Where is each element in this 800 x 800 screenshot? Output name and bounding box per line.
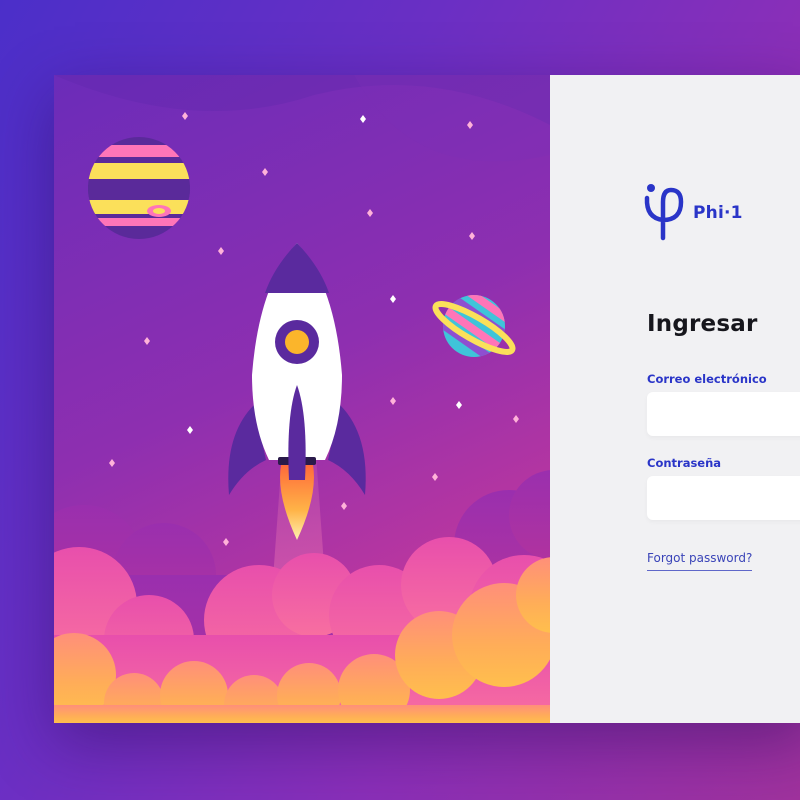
phi-logo-icon: [644, 184, 684, 241]
brand-name: Phi·1: [693, 203, 743, 223]
brand-logo: Phi·1: [643, 180, 743, 242]
email-label: Correo electrónico: [647, 372, 767, 386]
email-field[interactable]: [647, 392, 800, 436]
password-label: Contraseña: [647, 456, 722, 470]
login-panel: Phi·1 Ingresar Correo electrónico Contra…: [550, 75, 800, 723]
forgot-password-link[interactable]: Forgot password?: [647, 551, 753, 571]
rocket-illustration: [54, 75, 550, 723]
page-title: Ingresar: [647, 311, 758, 337]
password-field[interactable]: [647, 476, 800, 520]
login-card: Phi·1 Ingresar Correo electrónico Contra…: [54, 75, 800, 723]
